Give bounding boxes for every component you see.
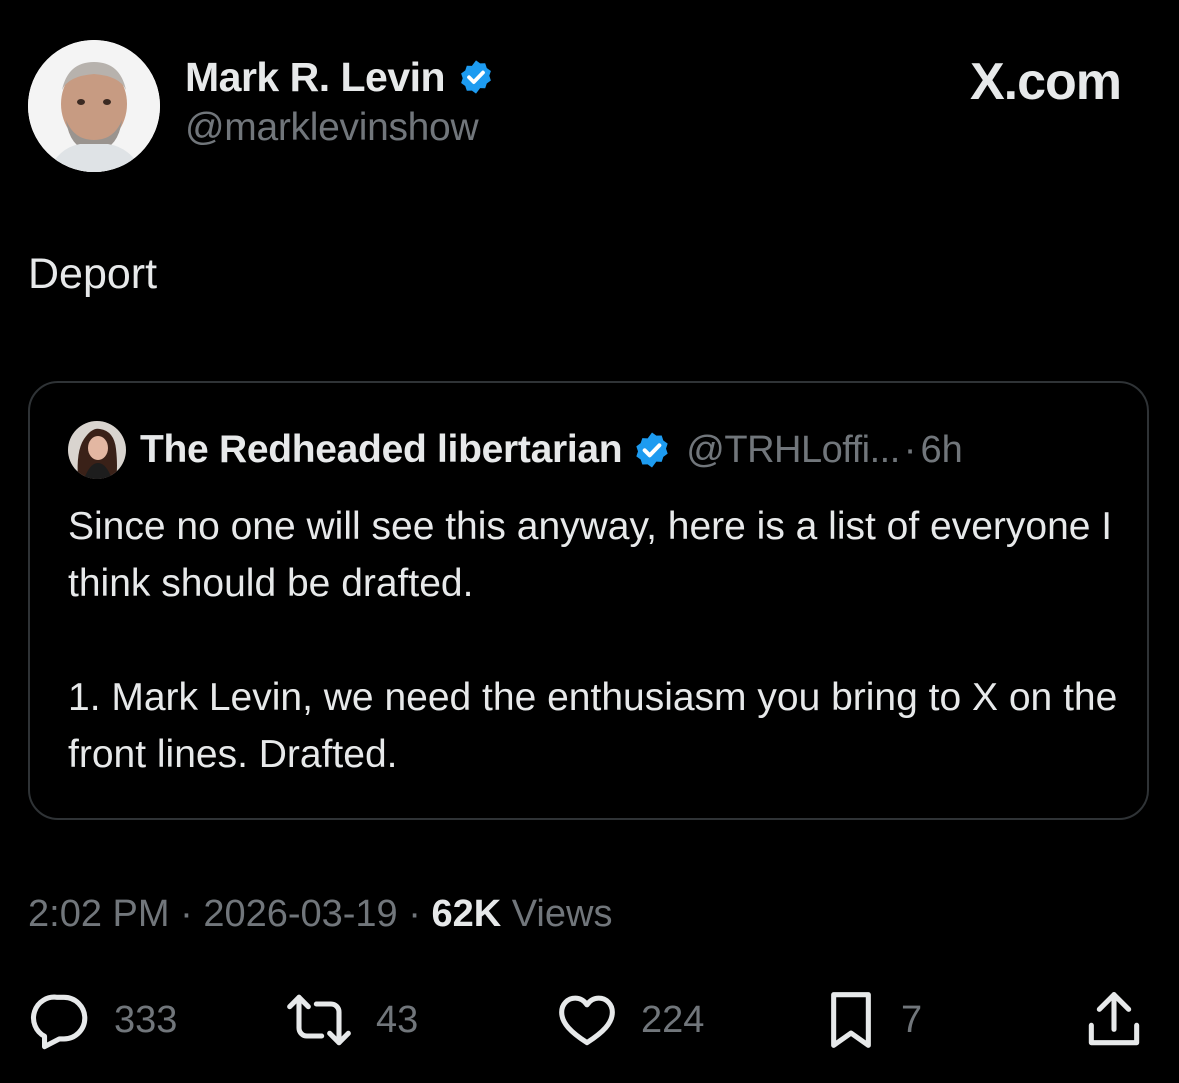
meta-separator: · xyxy=(180,893,204,935)
repost-count: 43 xyxy=(376,998,419,1041)
quoted-author-name[interactable]: The Redheaded libertarian xyxy=(140,428,623,472)
meta-separator: · xyxy=(408,893,432,935)
views-count: 62K xyxy=(431,893,502,935)
post-header: Mark R. Levin @marklevinshow X.com xyxy=(28,40,1151,172)
repost-icon xyxy=(287,994,351,1046)
heart-icon xyxy=(559,995,615,1046)
repost-button[interactable]: 43 xyxy=(284,988,418,1052)
quoted-paragraph-1: Since no one will see this anyway, here … xyxy=(68,505,1113,605)
quoted-post-header: The Redheaded libertarian @TRHLoffi... ·… xyxy=(68,421,963,479)
quoted-author-handle[interactable]: @TRHLoffi... xyxy=(686,429,900,472)
action-bar: 333 43 224 7 xyxy=(28,988,1151,1052)
bookmark-button[interactable]: 7 xyxy=(823,988,922,1052)
views-label: Views xyxy=(511,893,613,935)
share-icon xyxy=(1088,992,1140,1046)
post-text: Deport xyxy=(28,250,158,298)
quoted-author-avatar[interactable] xyxy=(68,421,126,479)
site-brand-logo: X.com xyxy=(969,53,1122,111)
author-name-row: Mark R. Levin xyxy=(185,54,495,100)
verified-badge-icon xyxy=(457,58,495,96)
quoted-author-avatar-image xyxy=(68,421,126,479)
post-date[interactable]: 2026-03-19 xyxy=(203,893,397,935)
quoted-post-card[interactable]: The Redheaded libertarian @TRHLoffi... ·… xyxy=(28,381,1149,820)
quoted-paragraph-2: 1. Mark Levin, we need the enthusiasm yo… xyxy=(68,676,1118,776)
author-name[interactable]: Mark R. Levin xyxy=(185,54,446,101)
author-avatar[interactable] xyxy=(28,40,160,172)
quoted-separator: · xyxy=(903,428,917,471)
post-time[interactable]: 2:02 PM xyxy=(28,893,170,935)
author-avatar-image xyxy=(28,40,160,172)
bookmark-count: 7 xyxy=(901,998,923,1041)
bookmark-icon xyxy=(831,992,871,1048)
quoted-post-age[interactable]: 6h xyxy=(920,429,962,472)
like-button[interactable]: 224 xyxy=(555,988,704,1052)
reply-button[interactable]: 333 xyxy=(28,988,177,1052)
share-button[interactable] xyxy=(1084,988,1144,1052)
quoted-verified-badge-icon xyxy=(632,430,672,470)
like-count: 224 xyxy=(641,998,705,1041)
quoted-post-body: Since no one will see this anyway, here … xyxy=(68,498,1118,783)
reply-count: 333 xyxy=(114,998,178,1041)
author-handle[interactable]: @marklevinshow xyxy=(185,106,479,150)
reply-icon xyxy=(31,994,88,1050)
post-meta: 2:02 PM · 2026-03-19 · 62K Views xyxy=(28,893,612,936)
